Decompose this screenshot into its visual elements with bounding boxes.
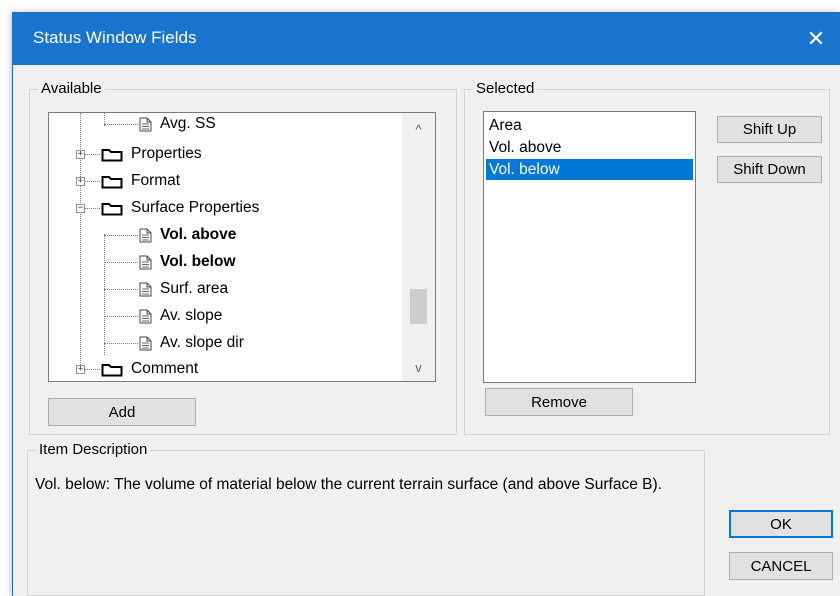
status-window-fields-dialog: Status Window Fields ✕ Available ^ v Avg… bbox=[12, 12, 840, 596]
tree-item[interactable]: Av. slope bbox=[139, 303, 222, 329]
folder-icon bbox=[101, 201, 123, 216]
scroll-down-icon[interactable]: v bbox=[402, 355, 435, 379]
tree-item[interactable]: Av. slope dir bbox=[139, 330, 244, 356]
tree-item-label: Properties bbox=[131, 145, 202, 162]
item-description-text: Vol. below: The volume of material below… bbox=[35, 476, 662, 493]
tree-connector bbox=[104, 234, 105, 355]
title-bar: Status Window Fields ✕ bbox=[13, 12, 840, 65]
available-label: Available bbox=[38, 80, 105, 98]
document-icon bbox=[139, 309, 152, 324]
document-icon bbox=[139, 117, 152, 132]
cancel-button[interactable]: CANCEL bbox=[729, 552, 833, 580]
tree-item-label: Avg. SS bbox=[160, 115, 216, 132]
selected-listbox[interactable]: Area Vol. above Vol. below bbox=[483, 111, 696, 383]
tree-item-label: Surface Properties bbox=[131, 199, 260, 216]
list-item[interactable]: Area bbox=[486, 115, 693, 136]
tree-item[interactable]: Surf. area bbox=[139, 276, 228, 302]
folder-icon bbox=[101, 362, 123, 377]
list-item[interactable]: Vol. above bbox=[486, 137, 693, 158]
folder-icon bbox=[101, 147, 123, 162]
expand-icon[interactable]: + bbox=[76, 365, 85, 374]
item-description-group: Item Description bbox=[27, 441, 705, 596]
tree-connector bbox=[104, 316, 138, 317]
folder-icon bbox=[101, 174, 123, 189]
tree-connector bbox=[104, 343, 138, 344]
tree-item[interactable]: Properties bbox=[101, 141, 202, 167]
tree-connector bbox=[104, 262, 138, 263]
document-icon bbox=[139, 228, 152, 243]
window-title: Status Window Fields bbox=[33, 28, 197, 47]
close-icon[interactable]: ✕ bbox=[791, 12, 840, 65]
document-icon bbox=[139, 282, 152, 297]
tree-item[interactable]: Comment bbox=[101, 356, 199, 381]
tree-connector bbox=[104, 124, 138, 125]
tree-scrollbar[interactable]: ^ v bbox=[402, 113, 435, 381]
item-description-label: Item Description bbox=[36, 441, 151, 459]
tree-item-label: Av. slope dir bbox=[160, 334, 244, 351]
ok-button[interactable]: OK bbox=[729, 510, 833, 538]
add-button[interactable]: Add bbox=[48, 398, 196, 426]
tree-item[interactable]: Surface Properties bbox=[101, 195, 259, 221]
tree-item-label: Format bbox=[131, 172, 181, 189]
list-item[interactable]: Vol. below bbox=[486, 159, 693, 180]
tree-item-label: Av. slope bbox=[160, 307, 223, 324]
expand-icon[interactable]: + bbox=[76, 177, 85, 186]
tree-item[interactable]: Vol. above bbox=[139, 222, 236, 248]
document-icon bbox=[139, 255, 152, 270]
shift-down-button[interactable]: Shift Down bbox=[717, 156, 822, 183]
shift-up-button[interactable]: Shift Up bbox=[717, 116, 822, 143]
document-icon bbox=[139, 336, 152, 351]
tree-item[interactable]: Vol. below bbox=[139, 249, 236, 275]
scroll-thumb[interactable] bbox=[410, 289, 427, 324]
tree-item-label: Vol. above bbox=[160, 226, 237, 243]
tree-item[interactable]: Avg. SS bbox=[139, 113, 216, 137]
tree-item-label: Vol. below bbox=[160, 253, 236, 270]
tree-item-label: Surf. area bbox=[160, 280, 229, 297]
tree-item-label: Comment bbox=[131, 360, 199, 377]
tree-connector bbox=[104, 235, 138, 236]
tree-item[interactable]: Format bbox=[101, 168, 180, 194]
tree-connector bbox=[104, 289, 138, 290]
remove-button[interactable]: Remove bbox=[485, 388, 633, 416]
collapse-icon[interactable]: − bbox=[76, 204, 85, 213]
scroll-up-icon[interactable]: ^ bbox=[402, 117, 435, 141]
expand-icon[interactable]: + bbox=[76, 150, 85, 159]
selected-label: Selected bbox=[473, 80, 538, 98]
available-tree[interactable]: ^ v Avg. SS + Properties + Format − Surface Pr… bbox=[48, 112, 436, 382]
